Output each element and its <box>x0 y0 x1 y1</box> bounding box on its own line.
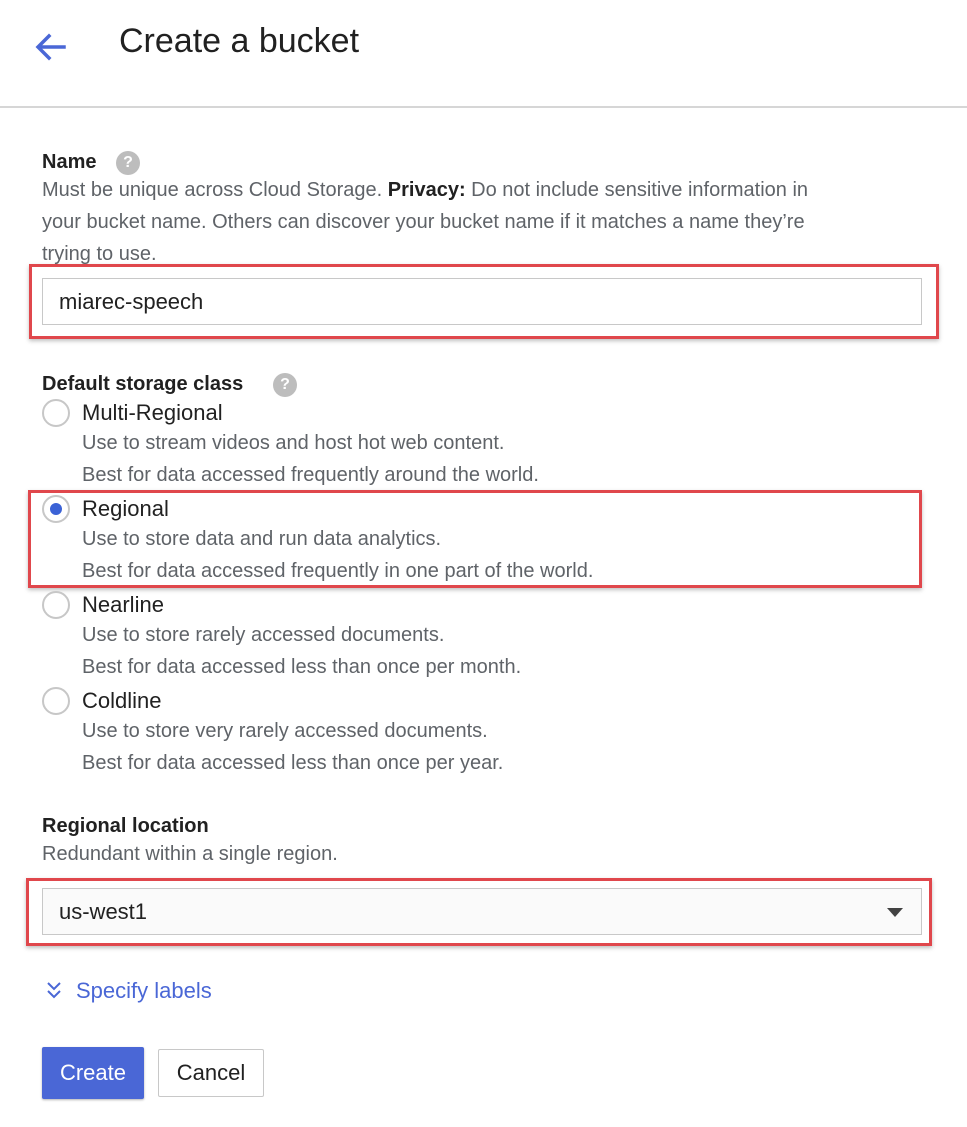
name-description-line-2: your bucket name. Others can discover yo… <box>42 211 805 233</box>
radio-label-multi-regional[interactable]: Multi-Regional <box>82 400 223 426</box>
radio-label-regional[interactable]: Regional <box>82 496 169 522</box>
region-select-value: us-west1 <box>59 899 148 924</box>
storage-class-label: Default storage class <box>42 373 244 395</box>
regional-location-label: Regional location <box>42 815 209 837</box>
region-select[interactable]: us-west1 <box>42 888 922 935</box>
page-title: Create a bucket <box>119 22 360 60</box>
double-chevron-down-icon <box>47 982 61 999</box>
bucket-name-input[interactable] <box>42 278 922 325</box>
help-icon[interactable]: ? <box>116 151 140 175</box>
radio-coldline[interactable] <box>42 687 70 715</box>
dropdown-arrow-icon <box>887 908 903 917</box>
radio-nearline[interactable] <box>42 591 70 619</box>
back-button[interactable] <box>30 28 70 68</box>
help-icon[interactable]: ? <box>273 373 297 397</box>
specify-labels-text: Specify labels <box>76 978 212 1003</box>
radio-desc-multi-regional: Best for data accessed frequently around… <box>82 464 539 486</box>
privacy-label: Privacy: <box>387 179 466 201</box>
name-description-line-1: Must be unique across Cloud Storage. Pri… <box>42 174 808 206</box>
radio-desc-multi-regional: Use to stream videos and host hot web co… <box>82 432 505 454</box>
radio-desc-coldline: Use to store very rarely accessed docume… <box>82 720 488 742</box>
radio-regional[interactable] <box>42 495 70 523</box>
name-label: Name <box>42 151 97 173</box>
radio-desc-nearline: Best for data accessed less than once pe… <box>82 656 522 678</box>
radio-desc-regional: Best for data accessed frequently in one… <box>82 560 594 582</box>
regional-location-description: Redundant within a single region. <box>42 843 338 865</box>
radio-desc-coldline: Best for data accessed less than once pe… <box>82 752 504 774</box>
name-desc-text: Must be unique across Cloud Storage. <box>42 179 388 201</box>
radio-desc-regional: Use to store data and run data analytics… <box>82 528 442 550</box>
create-button[interactable]: Create <box>42 1047 144 1099</box>
arrow-left-icon <box>35 33 66 61</box>
radio-label-nearline[interactable]: Nearline <box>82 592 164 618</box>
name-desc-text: Do not include sensitive information in <box>465 179 809 201</box>
radio-multi-regional[interactable] <box>42 399 70 427</box>
page-header: Create a bucket <box>0 0 967 108</box>
radio-label-coldline[interactable]: Coldline <box>82 688 162 714</box>
cancel-button[interactable]: Cancel <box>158 1049 264 1097</box>
radio-desc-nearline: Use to store rarely accessed documents. <box>82 624 445 646</box>
